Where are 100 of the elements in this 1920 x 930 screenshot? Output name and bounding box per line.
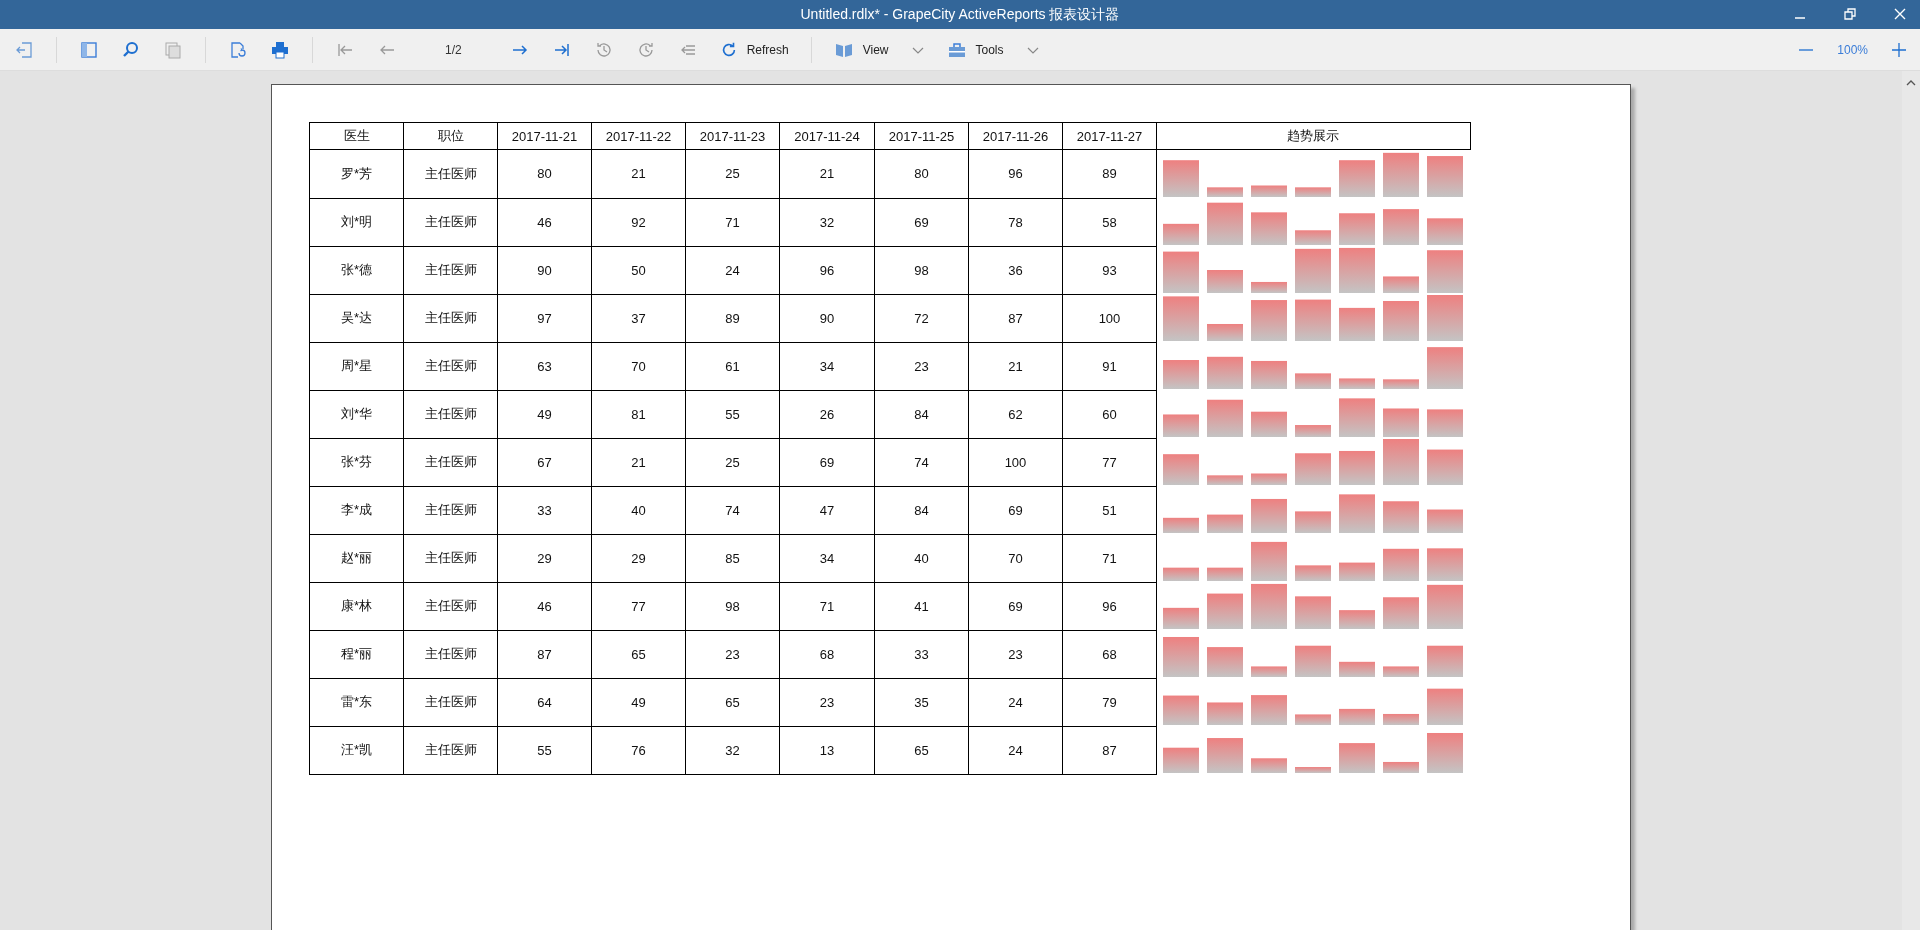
trend-bar [1427,156,1463,197]
trend-bar [1251,498,1287,533]
column-header: 医生 [309,122,404,150]
table-cell: 46 [497,198,592,246]
table-cell: 周*星 [309,342,404,390]
table-cell: 主任医师 [403,198,498,246]
trend-bar [1295,187,1331,197]
table-cell: 49 [591,678,686,726]
trend-bar [1339,661,1375,677]
trend-bar [1427,218,1463,245]
table-cell: 程*丽 [309,630,404,678]
table-cell: 89 [685,294,780,342]
table-cell: 36 [968,246,1063,294]
table-cell: 92 [591,198,686,246]
table-cell: 23 [874,342,969,390]
column-header: 2017-11-27 [1062,122,1157,150]
view-button[interactable]: View [833,39,889,60]
panel-icon[interactable] [79,39,99,60]
table-cell: 55 [685,390,780,438]
table-cell: 23 [685,630,780,678]
table-cell: 21 [591,438,686,486]
scrollbar[interactable] [1902,71,1920,930]
restore-icon[interactable] [1844,8,1856,20]
table-cell: 张*德 [309,246,404,294]
trend-bar [1163,160,1199,197]
trend-bar [1251,411,1287,437]
trend-bar [1295,453,1331,485]
trend-bar [1383,408,1419,437]
scroll-up-icon[interactable] [1906,79,1916,87]
trend-bar [1207,567,1243,581]
table-cell: 74 [685,486,780,534]
pages-icon[interactable] [163,39,183,60]
trend-bar [1383,439,1419,485]
zoom-in-icon[interactable] [1890,40,1908,59]
table-cell: 23 [968,630,1063,678]
trend-bar [1251,185,1287,197]
table-cell: 主任医师 [403,726,498,774]
trend-bar [1251,541,1287,581]
table-cell: 主任医师 [403,534,498,582]
trend-bar [1163,747,1199,773]
trend-bar [1383,152,1419,197]
table-cell: 55 [497,726,592,774]
trend-bar [1339,307,1375,341]
table-cell: 21 [779,149,875,198]
print-icon[interactable] [270,39,290,60]
export-icon[interactable] [228,39,248,60]
trend-bar [1427,409,1463,437]
table-cell: 23 [779,678,875,726]
trend-bar [1339,743,1375,773]
trend-bar [1163,567,1199,581]
trend-bar [1163,223,1199,245]
trend-bar [1295,373,1331,389]
table-cell: 61 [685,342,780,390]
table-cell: 77 [591,582,686,630]
trend-bar [1163,251,1199,293]
table-cell: 84 [874,486,969,534]
table-cell: 87 [497,630,592,678]
table-cell: 21 [591,149,686,198]
trend-bar [1295,425,1331,437]
column-header: 2017-11-24 [779,122,875,150]
column-header: 2017-11-23 [685,122,780,150]
table-cell: 34 [779,534,875,582]
trend-bar [1207,399,1243,437]
table-cell: 赵*丽 [309,534,404,582]
trend-bar [1207,324,1243,341]
table-cell: 刘*明 [309,198,404,246]
trend-bar [1295,565,1331,581]
zoom-level[interactable]: 100% [1837,42,1868,57]
table-cell: 98 [685,582,780,630]
table-cell: 25 [685,438,780,486]
trend-bar [1163,454,1199,485]
table-cell: 89 [1062,149,1157,198]
table-cell: 68 [779,630,875,678]
table-cell: 58 [1062,198,1157,246]
window-title: Untitled.rdlx* - GrapeCity ActiveReports 报表设计器 [800,5,1120,24]
table-cell: 72 [874,294,969,342]
sidebar-toggle-icon[interactable] [14,39,34,60]
table-cell: 主任医师 [403,246,498,294]
table-cell: 60 [1062,390,1157,438]
refresh-button[interactable]: Refresh [719,40,789,59]
table-cell: 67 [497,438,592,486]
page-number[interactable]: 1/2 [419,42,488,57]
trend-bar [1295,511,1331,533]
trend-bar [1251,583,1287,629]
trend-bar [1339,398,1375,437]
table-cell: 77 [1062,438,1157,486]
trend-bar [1163,517,1199,533]
tools-button[interactable]: Tools [946,39,1004,60]
trend-bar [1295,596,1331,629]
table-cell: 96 [1062,582,1157,630]
trend-bar [1251,473,1287,485]
trend-bar [1427,449,1463,485]
trend-bar [1207,187,1243,197]
table-cell: 91 [1062,342,1157,390]
close-icon[interactable] [1894,8,1906,20]
table-cell: 汪*凯 [309,726,404,774]
table-cell: 24 [968,678,1063,726]
table-cell: 雷*东 [309,678,404,726]
trend-bar [1339,450,1375,485]
table-cell: 96 [779,246,875,294]
